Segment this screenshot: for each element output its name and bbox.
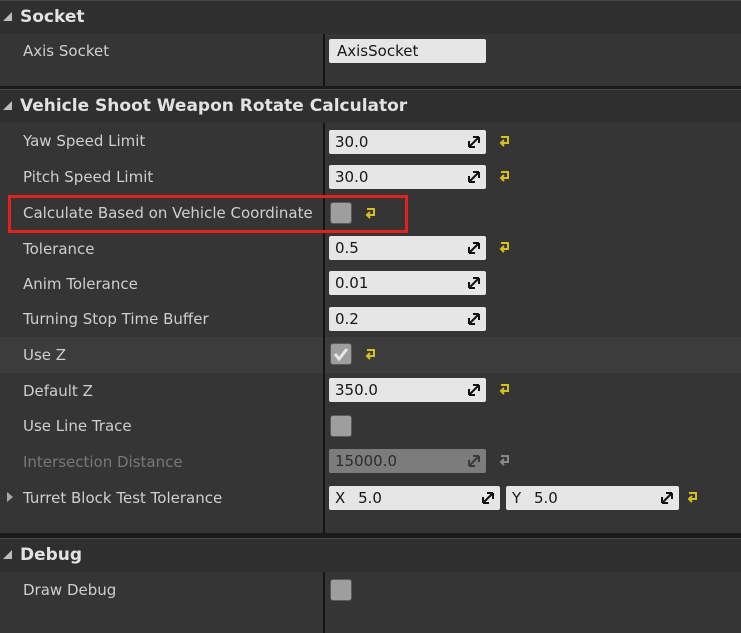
reset-to-default-icon[interactable] — [498, 134, 512, 148]
property-label: Tolerance — [23, 239, 95, 258]
reset-to-default-icon — [499, 455, 509, 466]
collapse-triangle-icon[interactable] — [3, 550, 12, 559]
drag-handle-icon[interactable] — [661, 492, 673, 504]
row-tolerance: Tolerance 0.5 — [0, 231, 741, 266]
property-label: Turning Stop Time Buffer — [23, 310, 209, 328]
property-label: Pitch Speed Limit — [23, 168, 154, 186]
property-label: Use Z — [23, 346, 67, 364]
drag-handle-icon[interactable] — [468, 136, 480, 148]
default-z-field[interactable]: 350.0 — [329, 378, 486, 402]
row-anim-tolerance: Anim Tolerance 0.01 — [0, 266, 741, 301]
row-draw-debug: Draw Debug — [0, 572, 741, 633]
row-use-line-trace: Use Line Trace — [0, 408, 741, 444]
turning-stop-time-buffer-field[interactable]: 0.2 — [329, 307, 486, 331]
category-title: Debug — [20, 545, 83, 565]
property-label: Anim Tolerance — [23, 274, 138, 293]
column-divider[interactable] — [323, 123, 325, 533]
tolerance-field[interactable]: 0.5 — [329, 236, 486, 260]
property-label: Intersection Distance — [23, 452, 183, 471]
reset-to-default-icon[interactable] — [498, 169, 512, 183]
property-label: Turret Block Test Tolerance — [23, 489, 223, 507]
axis-socket-field[interactable]: AxisSocket — [329, 39, 486, 63]
intersection-distance-field: 15000.0 — [329, 449, 486, 473]
drag-handle-icon[interactable] — [468, 384, 480, 396]
collapse-triangle-icon[interactable] — [3, 101, 12, 110]
category-socket[interactable]: Socket — [0, 0, 741, 34]
collapse-triangle-icon[interactable] — [3, 12, 12, 21]
reset-to-default-icon[interactable] — [498, 382, 512, 396]
drag-handle-icon[interactable] — [468, 242, 480, 254]
row-use-z: Use Z — [0, 337, 741, 373]
row-turning-stop-time-buffer: Turning Stop Time Buffer 0.2 — [0, 301, 741, 337]
turret-tolerance-x-field[interactable]: X 5.0 — [329, 486, 500, 510]
column-divider[interactable] — [323, 572, 325, 633]
column-divider[interactable] — [323, 34, 325, 86]
property-label: Default Z — [23, 381, 93, 400]
reset-to-default-icon[interactable] — [686, 490, 700, 504]
field-value: 5.0 — [358, 489, 382, 507]
drag-handle-icon[interactable] — [468, 313, 480, 325]
x-axis-label: X — [335, 489, 346, 507]
property-label: Use Line Trace — [23, 417, 132, 435]
row-pitch-speed-limit: Pitch Speed Limit 30.0 — [0, 159, 741, 195]
field-value: 0.2 — [335, 310, 359, 328]
row-calculate-based-on-vehicle-coordinate: Calculate Based on Vehicle Coordinate — [0, 195, 741, 231]
property-label: Axis Socket — [23, 42, 110, 60]
field-value: 350.0 — [335, 381, 378, 399]
field-value: 30.0 — [335, 168, 369, 186]
property-label: Calculate Based on Vehicle Coordinate — [23, 204, 313, 222]
use-z-checkbox[interactable] — [330, 343, 352, 365]
turret-tolerance-y-field[interactable]: Y 5.0 — [506, 486, 679, 510]
field-value: 15000.0 — [335, 452, 398, 470]
field-value: 30.0 — [335, 133, 369, 151]
row-axis-socket: Axis Socket AxisSocket — [0, 34, 741, 86]
field-value: 0.01 — [335, 274, 369, 292]
row-default-z: Default Z 350.0 — [0, 373, 741, 408]
property-label: Yaw Speed Limit — [23, 132, 146, 150]
category-debug[interactable]: Debug — [0, 538, 741, 572]
drag-handle-icon[interactable] — [482, 492, 494, 504]
anim-tolerance-field[interactable]: 0.01 — [329, 271, 486, 295]
draw-debug-checkbox[interactable] — [330, 579, 352, 601]
reset-to-default-icon[interactable] — [364, 347, 378, 361]
category-vehicle-shoot-weapon-rotate-calculator[interactable]: Vehicle Shoot Weapon Rotate Calculator — [0, 89, 741, 123]
property-label: Draw Debug — [23, 581, 117, 599]
pitch-speed-limit-field[interactable]: 30.0 — [329, 165, 486, 189]
row-yaw-speed-limit: Yaw Speed Limit 30.0 — [0, 123, 741, 159]
row-intersection-distance: Intersection Distance 15000.0 — [0, 444, 741, 479]
drag-handle-icon — [468, 455, 480, 467]
expand-arrow-icon[interactable] — [7, 492, 13, 502]
field-value: 5.0 — [533, 489, 558, 507]
y-axis-label: Y — [512, 489, 522, 507]
reset-to-default-icon[interactable] — [498, 240, 512, 254]
drag-handle-icon[interactable] — [468, 171, 480, 183]
row-turret-block-test-tolerance: Turret Block Test Tolerance X 5.0 Y 5.0 — [0, 479, 741, 533]
drag-handle-icon[interactable] — [468, 277, 480, 289]
yaw-speed-limit-field[interactable]: 30.0 — [329, 130, 486, 154]
category-title: Socket — [20, 7, 85, 27]
reset-to-default-icon[interactable] — [364, 206, 378, 220]
details-panel: Socket Axis Socket AxisSocket Vehicle Sh… — [0, 0, 741, 633]
category-title: Vehicle Shoot Weapon Rotate Calculator — [20, 96, 408, 116]
calculate-based-on-vehicle-coordinate-checkbox[interactable] — [330, 202, 352, 224]
field-value: 0.5 — [335, 239, 359, 257]
checkmark-icon — [333, 348, 349, 362]
use-line-trace-checkbox[interactable] — [330, 415, 352, 437]
